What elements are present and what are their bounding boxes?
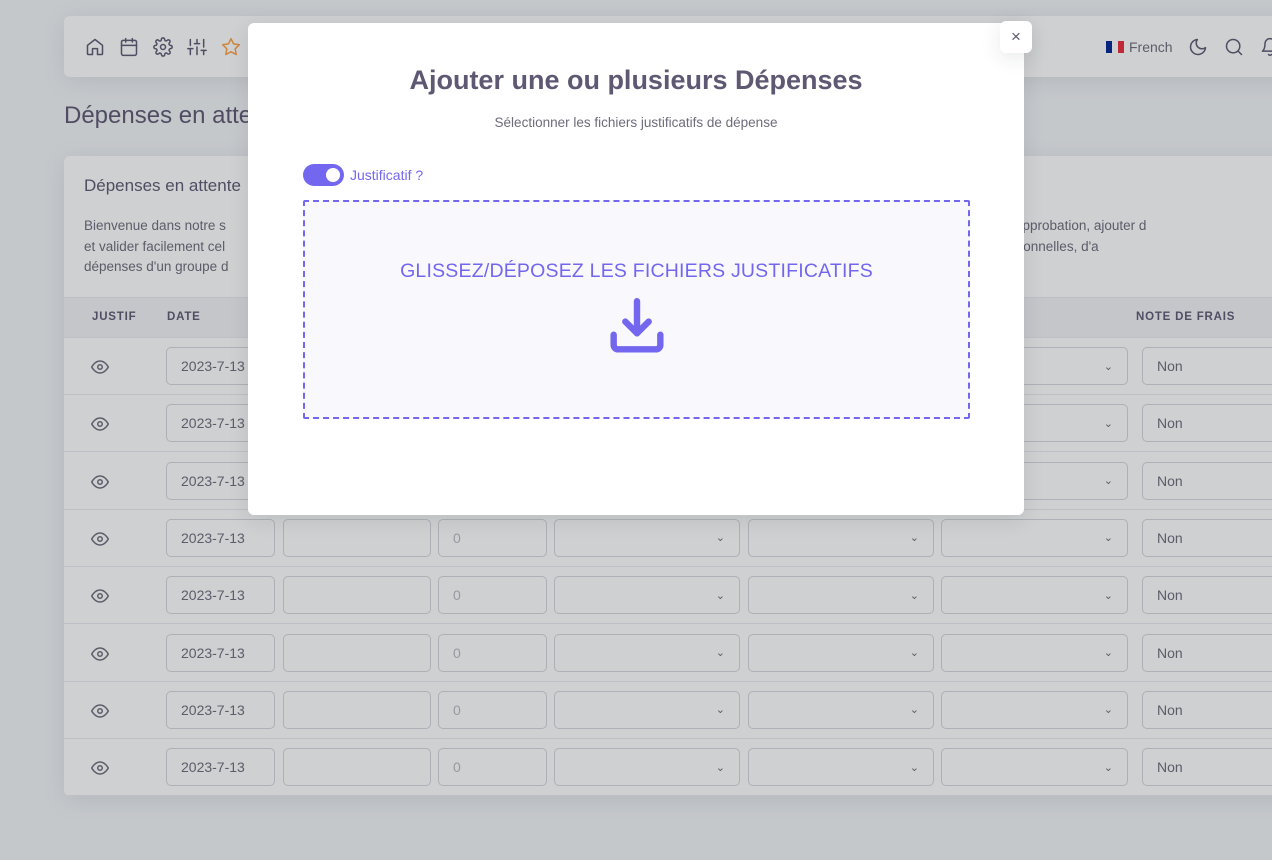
close-modal-button[interactable]: × — [1000, 21, 1032, 53]
add-expense-modal: Ajouter une ou plusieurs Dépenses Sélect… — [248, 23, 1024, 515]
justificatif-toggle-row: Justificatif ? — [303, 164, 423, 186]
modal-subtitle: Sélectionner les fichiers justificatifs … — [494, 115, 778, 130]
modal-title: Ajouter une ou plusieurs Dépenses — [409, 65, 863, 95]
justificatif-toggle[interactable] — [303, 164, 344, 186]
file-dropzone[interactable]: GLISSEZ/DÉPOSEZ LES FICHIERS JUSTIFICATI… — [303, 200, 970, 419]
download-icon — [602, 291, 672, 361]
justificatif-toggle-label[interactable]: Justificatif ? — [350, 167, 423, 183]
dropzone-text: GLISSEZ/DÉPOSEZ LES FICHIERS JUSTIFICATI… — [400, 260, 873, 282]
